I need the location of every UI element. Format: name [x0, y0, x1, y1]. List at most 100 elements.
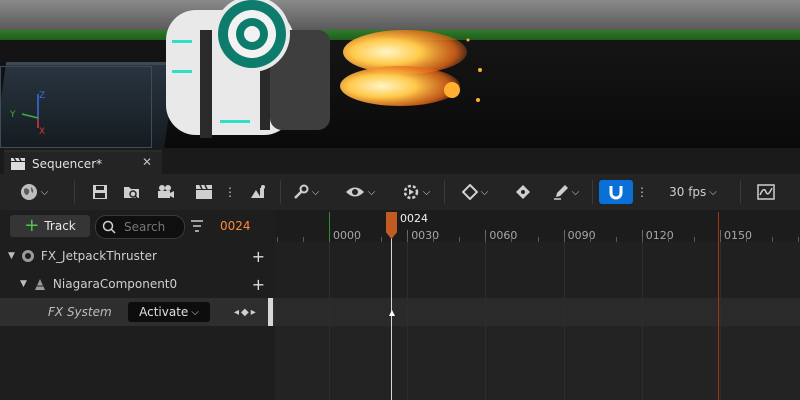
chevron-down-icon: ⌵ — [367, 186, 376, 198]
timeline-grid-line — [407, 242, 409, 400]
keyframe-marker[interactable] — [389, 310, 395, 316]
axis-x-label: X — [39, 127, 45, 136]
ruler-minor-tick — [459, 237, 461, 242]
chevron-down-icon: ⌵ — [480, 186, 489, 198]
timeline-area[interactable]: 0000 0030 0060 0090 0120 0150 0024 — [275, 210, 800, 400]
add-subtrack-icon[interactable]: + — [252, 275, 265, 294]
playback-end-marker[interactable] — [718, 212, 719, 400]
toolbar-separator — [280, 180, 281, 204]
key-navigation[interactable]: ◂◆▸ — [234, 307, 258, 318]
actor-icon — [21, 250, 34, 262]
auto-key-button[interactable] — [510, 180, 536, 204]
edit-mode-dropdown[interactable]: ⌵ — [546, 180, 586, 204]
chevron-down-icon: ⌵ — [709, 186, 717, 198]
ruler-minor-tick — [355, 237, 357, 242]
playhead-line[interactable] — [391, 212, 392, 400]
curve-editor-icon — [757, 184, 775, 200]
ruler-tick-label: 0090 — [567, 229, 596, 242]
save-icon — [93, 185, 107, 199]
world-dropdown[interactable]: ⌵ — [14, 180, 54, 204]
search-input[interactable]: Search — [95, 215, 185, 239]
key-interpolation-dropdown[interactable]: ⌵ — [456, 180, 494, 204]
ruler-minor-tick — [798, 237, 800, 242]
track-lane — [275, 242, 800, 298]
key-icon — [516, 185, 530, 199]
timeline-grid-line — [563, 242, 565, 400]
toolbar-separator — [740, 180, 741, 204]
ruler-minor-tick — [511, 237, 513, 242]
track-label: FX System — [48, 305, 112, 319]
ruler-minor-tick — [746, 237, 748, 242]
ruler-tick-label: 0120 — [645, 229, 674, 242]
more-options-icon: ⋮ — [636, 185, 648, 199]
view-options-dropdown[interactable]: ⌵ — [340, 180, 380, 204]
chevron-down-icon: ⌵ — [40, 186, 49, 198]
current-frame-field[interactable]: 0024 — [220, 219, 251, 233]
time-ruler[interactable]: 0000 0030 0060 0090 0120 0150 — [275, 210, 800, 242]
close-tab-icon[interactable]: ✕ — [142, 155, 152, 169]
sequencer-tab-bar: Sequencer* ✕ — [0, 148, 800, 176]
timeline-grid-line — [641, 242, 643, 400]
globe-icon — [20, 184, 37, 200]
collapse-arrow-icon[interactable]: ▼ — [20, 279, 27, 289]
sequencer-toolbar: ⌵ ⋮ ⌵ ⌵ ⌵ ⌵ ⌵ ⋮ 30 fps ⌵ — [0, 174, 800, 211]
track-label: NiagaraComponent0 — [52, 277, 178, 291]
curve-editor-button[interactable] — [754, 180, 778, 204]
add-subtrack-icon[interactable]: + — [252, 247, 265, 266]
playback-options-dropdown[interactable]: ⌵ — [396, 180, 436, 204]
chevron-down-icon: ⌵ — [311, 186, 320, 198]
chevron-down-icon: ⌵ — [571, 186, 580, 198]
collapse-arrow-icon[interactable]: ▼ — [8, 251, 15, 261]
chevron-down-icon: ⌵ — [422, 186, 431, 198]
toolbar-separator — [444, 180, 445, 204]
track-label: FX_JetpackThruster — [40, 249, 157, 263]
more-options-icon: ⋮ — [224, 185, 236, 199]
ruler-minor-tick — [433, 237, 435, 242]
camera-button[interactable] — [154, 180, 178, 204]
ruler-tick-label: 0030 — [411, 229, 440, 242]
edit-tools-dropdown[interactable]: ⌵ — [288, 180, 324, 204]
browse-button[interactable] — [120, 180, 144, 204]
snapping-toggle[interactable] — [599, 180, 633, 204]
level-viewport[interactable]: Z Y X — [0, 0, 800, 148]
tab-sequencer[interactable]: Sequencer* ✕ — [4, 150, 162, 176]
row-resize-handle[interactable] — [268, 298, 273, 326]
ruler-tick-label: 0000 — [333, 229, 361, 242]
niagara-icon — [34, 279, 45, 290]
track-row[interactable]: ▼ FX_JetpackThruster + — [0, 242, 275, 270]
add-track-label: Track — [44, 219, 76, 233]
eye-icon — [345, 187, 364, 197]
wrench-icon — [293, 184, 309, 199]
more-options-button[interactable]: ⋮ — [224, 180, 236, 204]
frame-rate-dropdown[interactable]: 30 fps ⌵ — [660, 180, 726, 204]
ruler-minor-tick — [667, 237, 669, 242]
ruler-minor-tick — [381, 237, 383, 242]
plus-icon: + — [24, 215, 40, 236]
snapping-options-button[interactable]: ⋮ — [636, 180, 648, 204]
pencil-icon — [553, 185, 568, 200]
jetpack-model — [166, 0, 482, 138]
shapes-icon — [251, 185, 265, 198]
timeline-grid-line — [329, 242, 330, 400]
toolbar-separator — [74, 180, 75, 204]
filter-icon[interactable] — [190, 219, 204, 233]
playhead-frame-label: 0024 — [400, 212, 428, 225]
tab-title: Sequencer* — [32, 157, 103, 171]
activate-dropdown[interactable]: Activate ⌵ — [128, 302, 210, 322]
actions-button[interactable] — [246, 180, 270, 204]
track-row[interactable]: ▼ NiagaraComponent0 + — [0, 270, 275, 298]
add-track-button[interactable]: + Track — [10, 215, 90, 237]
activate-value: Activate — [139, 305, 189, 319]
axis-y-label: Y — [9, 110, 16, 120]
clapperboard-icon — [11, 157, 25, 170]
ruler-tick-label: 0150 — [724, 229, 752, 242]
gear-play-icon — [403, 184, 418, 200]
render-movie-button[interactable] — [192, 180, 216, 204]
magnet-icon — [609, 186, 623, 200]
save-sequence-button[interactable] — [88, 180, 112, 204]
ruler-minor-tick — [693, 237, 695, 242]
ruler-minor-tick — [276, 237, 278, 242]
toolbar-separator — [592, 180, 593, 204]
clapperboard-icon — [196, 184, 212, 199]
track-row[interactable]: FX System Activate ⌵ ◂◆▸ — [0, 298, 275, 326]
